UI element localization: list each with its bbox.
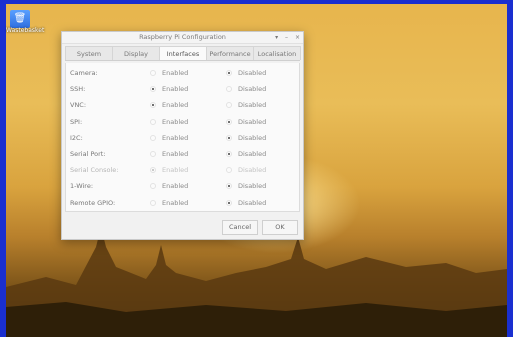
- interface-label: SSH:: [70, 85, 86, 94]
- ok-button[interactable]: OK: [262, 220, 298, 235]
- config-window: Raspberry Pi Configuration ▾ – × System …: [61, 31, 304, 240]
- interface-row: Serial Console: Enabled Disabled: [66, 162, 299, 178]
- radio-button-icon[interactable]: [150, 183, 156, 190]
- radio-enabled[interactable]: Enabled: [150, 114, 188, 130]
- window-titlebar[interactable]: Raspberry Pi Configuration ▾ – ×: [62, 32, 303, 44]
- interface-row: VNC: Enabled Disabled: [66, 97, 299, 113]
- radio-button-icon[interactable]: [150, 86, 156, 93]
- window-title: Raspberry Pi Configuration: [139, 33, 226, 41]
- interface-row: Remote GPIO: Enabled Disabled: [66, 195, 299, 211]
- radio-label: Enabled: [162, 69, 189, 77]
- radio-enabled[interactable]: Enabled: [150, 146, 188, 162]
- radio-label: Disabled: [238, 85, 267, 94]
- radio-button-icon[interactable]: [226, 199, 232, 206]
- radio-button-icon[interactable]: [150, 134, 156, 141]
- tab-display[interactable]: Display: [112, 46, 160, 60]
- radio-button-icon[interactable]: [226, 183, 232, 190]
- radio-disabled[interactable]: Disabled: [226, 65, 266, 81]
- radio-button-icon: [150, 167, 156, 174]
- radio-button-icon[interactable]: [150, 118, 156, 125]
- radio-label: Disabled: [238, 149, 267, 158]
- interface-label: 1-Wire:: [70, 182, 94, 191]
- radio-label: Disabled: [238, 166, 267, 175]
- interface-row: Camera: Enabled Disabled: [66, 65, 299, 81]
- radio-button-icon[interactable]: [150, 70, 156, 77]
- interface-row: Serial Port: Enabled Disabled: [66, 146, 299, 162]
- radio-label: Disabled: [238, 182, 267, 191]
- radio-label: Enabled: [162, 117, 189, 126]
- radio-label: Disabled: [238, 133, 267, 142]
- radio-button-icon[interactable]: [226, 134, 232, 141]
- radio-disabled[interactable]: Disabled: [226, 114, 266, 130]
- tab-interfaces[interactable]: Interfaces: [159, 46, 207, 60]
- interface-label: Serial Console:: [70, 166, 119, 175]
- radio-enabled[interactable]: Enabled: [150, 195, 188, 211]
- radio-disabled[interactable]: Disabled: [226, 178, 266, 194]
- radio-enabled[interactable]: Enabled: [150, 130, 188, 146]
- radio-enabled: Enabled: [150, 162, 188, 178]
- radio-button-icon[interactable]: [226, 86, 232, 93]
- radio-label: Disabled: [238, 117, 267, 126]
- radio-disabled[interactable]: Disabled: [226, 195, 266, 211]
- interface-row: SSH: Enabled Disabled: [66, 81, 299, 97]
- radio-button-icon: [226, 167, 232, 174]
- radio-label: Enabled: [162, 101, 189, 110]
- radio-label: Enabled: [162, 85, 189, 94]
- radio-enabled[interactable]: Enabled: [150, 65, 188, 81]
- radio-label: Enabled: [162, 149, 189, 158]
- radio-label: Disabled: [238, 69, 267, 77]
- radio-button-icon[interactable]: [150, 102, 156, 109]
- radio-label: Enabled: [162, 182, 189, 191]
- radio-button-icon[interactable]: [226, 151, 232, 158]
- tab-performance[interactable]: Performance: [206, 46, 254, 60]
- radio-label: Enabled: [162, 133, 189, 142]
- radio-disabled[interactable]: Disabled: [226, 97, 266, 113]
- radio-button-icon[interactable]: [226, 102, 232, 109]
- radio-disabled[interactable]: Disabled: [226, 130, 266, 146]
- interface-row: 1-Wire: Enabled Disabled: [66, 178, 299, 194]
- radio-disabled[interactable]: Disabled: [226, 81, 266, 97]
- tab-system[interactable]: System: [65, 46, 113, 60]
- radio-label: Enabled: [162, 198, 189, 207]
- trash-icon[interactable]: 🗑: [10, 10, 30, 28]
- radio-disabled: Disabled: [226, 162, 266, 178]
- interface-row: SPI: Enabled Disabled: [66, 114, 299, 130]
- tab-bar: System Display Interfaces Performance Lo…: [65, 46, 301, 61]
- window-controls: ▾ – ×: [270, 32, 300, 43]
- interface-label: Camera:: [70, 69, 98, 77]
- menu-icon[interactable]: ▾: [275, 34, 278, 41]
- interface-label: Serial Port:: [70, 149, 106, 158]
- radio-enabled[interactable]: Enabled: [150, 178, 188, 194]
- radio-enabled[interactable]: Enabled: [150, 97, 188, 113]
- radio-button-icon[interactable]: [226, 70, 232, 77]
- radio-enabled[interactable]: Enabled: [150, 81, 188, 97]
- interface-label: Remote GPIO:: [70, 198, 116, 207]
- radio-button-icon[interactable]: [150, 151, 156, 158]
- close-icon[interactable]: ×: [295, 34, 300, 41]
- dialog-buttons: Cancel OK: [222, 220, 298, 235]
- radio-label: Disabled: [238, 101, 267, 110]
- interfaces-panel: Camera: Enabled Disabled SSH: Enabled Disable…: [65, 63, 300, 212]
- trash-label: Wastebasket: [6, 27, 45, 34]
- interface-label: SPI:: [70, 117, 83, 126]
- minimize-icon[interactable]: –: [285, 34, 288, 41]
- interface-label: VNC:: [70, 101, 87, 110]
- radio-button-icon[interactable]: [226, 118, 232, 125]
- interface-label: I2C:: [70, 133, 83, 142]
- radio-label: Enabled: [162, 166, 189, 175]
- radio-disabled[interactable]: Disabled: [226, 146, 266, 162]
- cancel-button[interactable]: Cancel: [222, 220, 258, 235]
- tab-localisation[interactable]: Localisation: [253, 46, 301, 60]
- interface-row: I2C: Enabled Disabled: [66, 130, 299, 146]
- radio-label: Disabled: [238, 198, 267, 207]
- radio-button-icon[interactable]: [150, 199, 156, 206]
